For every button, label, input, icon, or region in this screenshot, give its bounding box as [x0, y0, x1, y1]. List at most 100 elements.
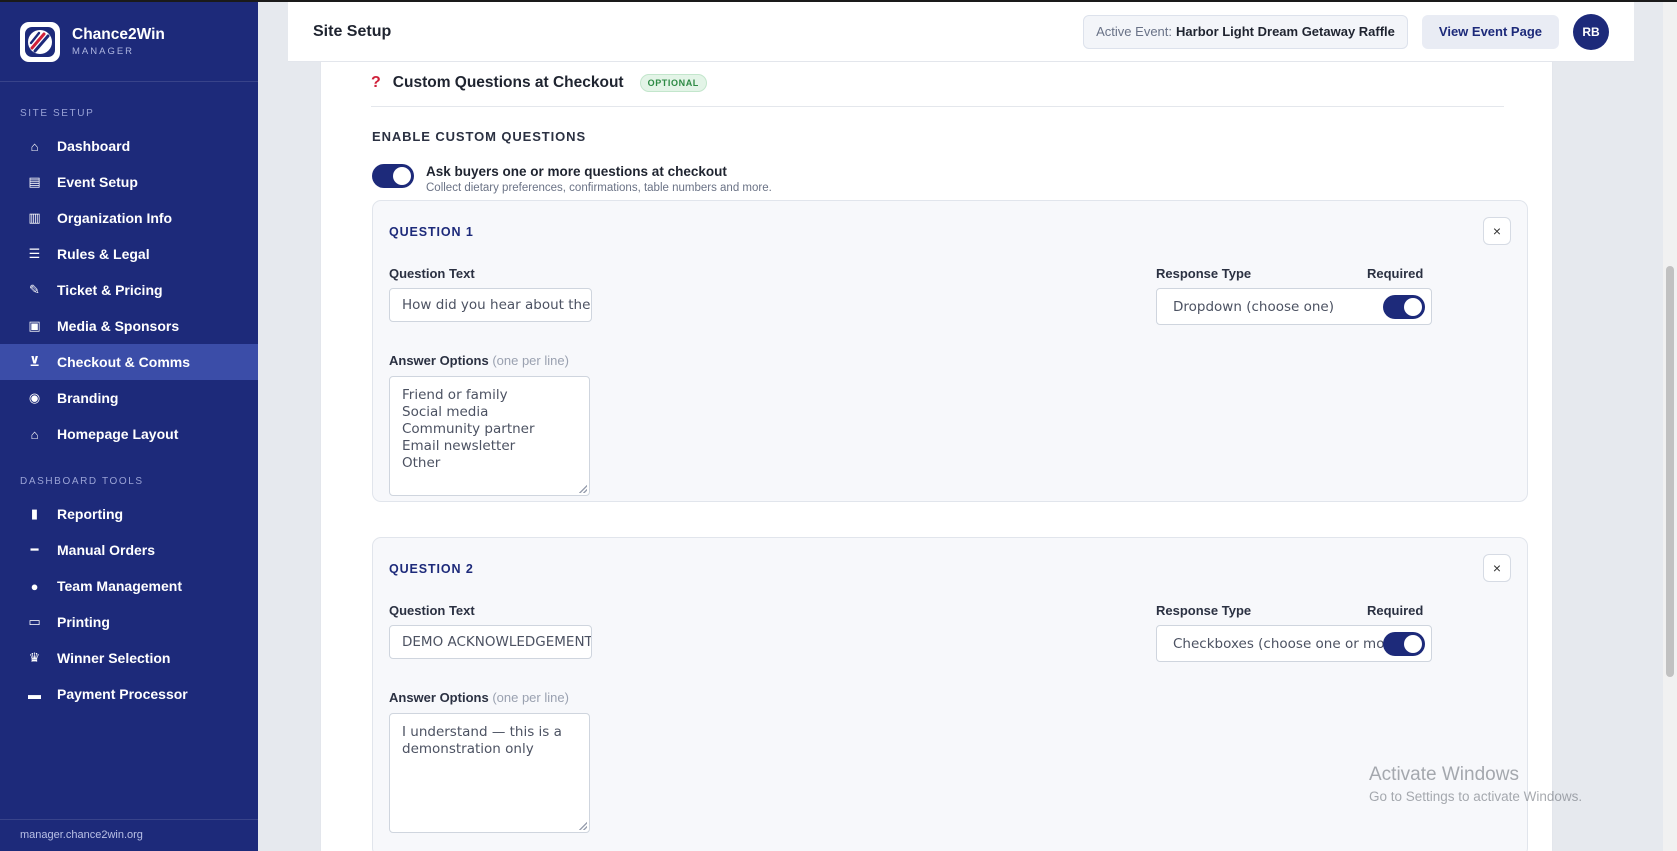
pen-icon: ━	[30, 542, 39, 557]
sidebar-item-homepage-layout[interactable]: ⌂ Homepage Layout	[0, 416, 258, 452]
answer-option: demonstration only	[402, 741, 534, 757]
sidebar-item-label: Printing	[57, 614, 110, 630]
sidebar-item-printing[interactable]: ▭ Printing	[0, 604, 258, 640]
question-2-answer-options[interactable]: I understand — this is a demonstration o…	[389, 713, 590, 833]
home-icon: ⌂	[30, 138, 39, 154]
nav-section-site-setup: SITE SETUP	[20, 108, 95, 119]
nav-section-dashboard-tools: DASHBOARD TOOLS	[20, 476, 144, 487]
section-title: Custom Questions at Checkout	[392, 74, 624, 91]
question-2-title: QUESTION 2	[389, 562, 474, 576]
sidebar-item-ticket-pricing[interactable]: ✎ Ticket & Pricing	[0, 272, 258, 308]
close-icon: ×	[1492, 223, 1502, 239]
section-header: ? Custom Questions at Checkout OPTIONAL	[371, 74, 707, 92]
top-header: Site Setup Active Event: Harbor Light Dr…	[288, 2, 1634, 62]
sidebar-item-label: Team Management	[57, 578, 182, 594]
active-event-pill: Active Event: Harbor Light Dream Getaway…	[1083, 14, 1408, 49]
credit-card-icon: ▬	[28, 686, 41, 702]
resize-grip-icon[interactable]	[579, 485, 587, 493]
answer-options-label: Answer Options (one per line)	[389, 690, 569, 705]
sidebar-item-label: Organization Info	[57, 210, 173, 226]
sidebar-item-event-setup[interactable]: ▤ Event Setup	[0, 164, 258, 200]
watermark-line-1: Activate Windows	[1369, 764, 1519, 785]
response-type-label: Response Type	[1156, 603, 1252, 618]
answer-options-label: Answer Options (one per line)	[389, 353, 569, 368]
printer-icon: ▭	[28, 614, 41, 629]
view-event-page-button[interactable]: View Event Page	[1421, 14, 1559, 49]
watermark-line-2: Go to Settings to activate Windows.	[1369, 789, 1583, 804]
sidebar-item-label: Media & Sponsors	[57, 318, 180, 334]
cart-icon: ⊻	[29, 354, 40, 369]
sidebar-item-label: Checkout & Comms	[57, 354, 191, 370]
page-title: Site Setup	[313, 22, 392, 40]
toggle-title: Ask buyers one or more questions at chec…	[426, 164, 727, 179]
question-1-response-type-value: Dropdown (choose one)	[1173, 298, 1334, 315]
question-2-response-type-value: Checkboxes (choose one or mo	[1173, 635, 1385, 652]
user-avatar[interactable]: RB	[1573, 13, 1609, 50]
section-divider	[371, 106, 1504, 107]
required-label: Required	[1367, 266, 1424, 281]
question-1-answer-options[interactable]: Friend or family Social media Community …	[389, 376, 590, 496]
sidebar-item-winner-selection[interactable]: ♛ Winner Selection	[0, 640, 258, 676]
sidebar-item-label: Ticket & Pricing	[57, 282, 163, 298]
sidebar-item-payment-processor[interactable]: ▬ Payment Processor	[0, 676, 258, 712]
sidebar-item-label: Payment Processor	[57, 686, 188, 702]
page-scrollbar[interactable]	[1663, 2, 1677, 851]
required-label: Required	[1367, 603, 1424, 618]
question-1-text-input[interactable]: How did you hear about the H	[389, 288, 592, 322]
building-icon: ▥	[28, 210, 41, 225]
question-1-required-toggle[interactable]	[1383, 295, 1425, 319]
home-layout-icon: ⌂	[30, 426, 39, 442]
sidebar-item-label: Manual Orders	[57, 542, 156, 558]
question-1-title: QUESTION 1	[389, 225, 474, 239]
sidebar-item-rules-legal[interactable]: ☰ Rules & Legal	[0, 236, 258, 272]
answer-option: Other	[402, 455, 441, 471]
sidebar-item-label: Winner Selection	[57, 650, 171, 666]
remove-question-2-button[interactable]: ×	[1483, 554, 1511, 582]
enable-questions-toggle[interactable]	[372, 164, 414, 188]
active-event-name: Harbor Light Dream Getaway Raffle	[1176, 24, 1395, 39]
activate-windows-watermark: Activate Windows Go to Settings to activ…	[1369, 764, 1582, 804]
sidebar-item-team-management[interactable]: ● Team Management	[0, 568, 258, 604]
question-card-2: QUESTION 2 × Question Text DEMO ACKNOWLE…	[372, 537, 1528, 851]
brand-subtitle: MANAGER	[72, 46, 135, 57]
question-text-label: Question Text	[389, 603, 475, 618]
sidebar-item-checkout-comms[interactable]: ⊻ Checkout & Comms	[0, 344, 258, 380]
sidebar-item-organization-info[interactable]: ▥ Organization Info	[0, 200, 258, 236]
response-type-label: Response Type	[1156, 266, 1252, 281]
question-2-required-toggle[interactable]	[1383, 632, 1425, 656]
sidebar: Chance2Win MANAGER SITE SETUP ⌂ Dashboard…	[0, 2, 258, 851]
brand-logo-icon	[20, 21, 60, 62]
sidebar-item-branding[interactable]: ◉ Branding	[0, 380, 258, 416]
answer-option: I understand — this is a	[402, 724, 562, 740]
scrollbar-thumb[interactable]	[1666, 266, 1674, 677]
clipboard-icon: ▤	[28, 174, 41, 189]
palette-icon: ◉	[28, 390, 41, 405]
scroll-icon: ☰	[28, 246, 41, 261]
sidebar-item-reporting[interactable]: ▮ Reporting	[0, 496, 258, 532]
resize-grip-icon[interactable]	[579, 822, 587, 830]
answer-option: Friend or family	[402, 387, 508, 403]
sidebar-item-label: Reporting	[57, 506, 124, 522]
ticket-icon: ✎	[29, 282, 40, 297]
remove-question-1-button[interactable]: ×	[1483, 217, 1511, 245]
sidebar-footer-url: manager.chance2win.org	[0, 819, 258, 851]
question-card-1: QUESTION 1 × Question Text How did you h…	[372, 200, 1528, 502]
checkout-settings-card: ? Custom Questions at Checkout OPTIONAL …	[320, 62, 1553, 851]
sidebar-item-label: Rules & Legal	[57, 246, 150, 262]
sidebar-item-dashboard[interactable]: ⌂ Dashboard	[0, 128, 258, 164]
toggle-description: Collect dietary preferences, confirmatio…	[426, 182, 772, 194]
answer-option: Community partner	[402, 421, 535, 437]
enable-questions-row: Ask buyers one or more questions at chec…	[372, 164, 772, 194]
brand[interactable]: Chance2Win MANAGER	[0, 2, 258, 82]
sidebar-item-label: Event Setup	[57, 174, 138, 190]
bar-chart-icon: ▮	[30, 506, 39, 521]
sidebar-item-media-sponsors[interactable]: ▣ Media & Sponsors	[0, 308, 258, 344]
brand-name: Chance2Win	[72, 26, 165, 43]
optional-badge: OPTIONAL	[639, 74, 707, 92]
sidebar-item-manual-orders[interactable]: ━ Manual Orders	[0, 532, 258, 568]
trophy-icon: ♛	[28, 650, 41, 665]
active-event-label: Active Event:	[1096, 24, 1173, 39]
user-icon: ●	[30, 578, 39, 594]
answer-option: Email newsletter	[402, 438, 516, 454]
question-2-text-input[interactable]: DEMO ACKNOWLEDGEMENT	[389, 625, 592, 659]
